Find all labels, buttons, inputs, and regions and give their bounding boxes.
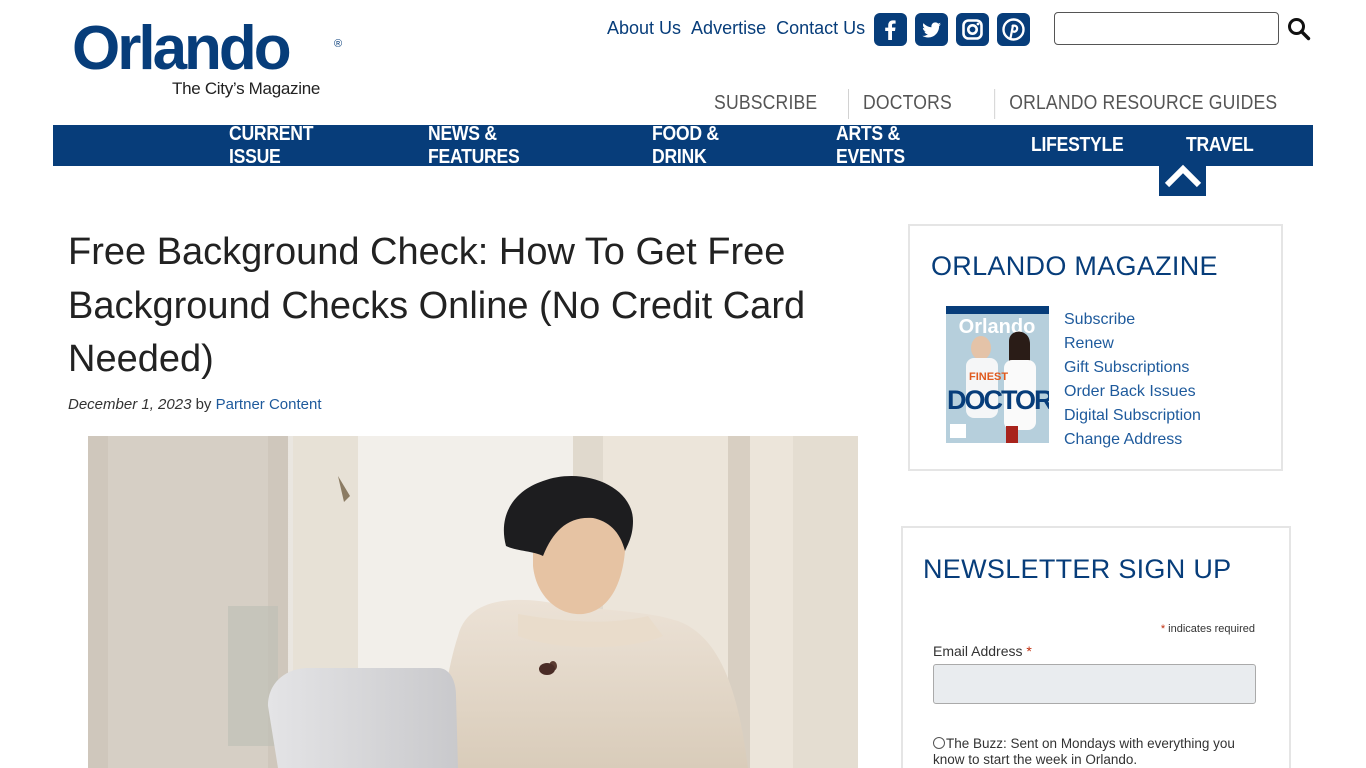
nav-item-current-issue[interactable]: CURRENT ISSUE: [229, 123, 360, 169]
instagram-icon[interactable]: [956, 13, 989, 46]
email-label: Email Address *: [933, 643, 1032, 659]
about-us-link[interactable]: About Us: [607, 18, 681, 39]
buzz-label: The Buzz: Sent on Mondays with everythin…: [933, 736, 1235, 767]
secondary-links: SUBSCRIBE DOCTORS ORLANDO RESOURCE GUIDE…: [691, 89, 1312, 119]
chevron-up-icon: [1164, 164, 1201, 187]
magazine-link-renew[interactable]: Renew: [1064, 332, 1201, 356]
advertise-link[interactable]: Advertise: [691, 18, 766, 39]
newsletter-widget: NEWSLETTER SIGN UP * indicates required …: [901, 526, 1291, 768]
cover-headline-1: FINEST: [969, 371, 1008, 383]
doctors-link[interactable]: DOCTORS: [848, 89, 966, 119]
logo-registered-mark: ®: [334, 38, 343, 50]
nav-item-travel[interactable]: TRAVEL: [1186, 134, 1254, 157]
scroll-to-top-button[interactable]: [1159, 155, 1206, 196]
resource-guides-link[interactable]: ORLANDO RESOURCE GUIDES: [994, 89, 1292, 119]
magazine-cover-image[interactable]: Orlando FINEST DOCTORS: [946, 306, 1071, 443]
nav-item-food-drink[interactable]: FOOD & DRINK: [652, 123, 769, 169]
surprised-man-laptop-photo: [88, 436, 858, 768]
byline-by: by: [195, 396, 212, 413]
magazine-link-back-issues[interactable]: Order Back Issues: [1064, 380, 1201, 404]
main-nav: CURRENT ISSUE NEWS & FEATURES FOOD & DRI…: [53, 123, 1313, 169]
twitter-icon[interactable]: [915, 13, 948, 46]
email-field[interactable]: [933, 664, 1256, 704]
article-hero-image: [88, 436, 858, 768]
magazine-link-gift[interactable]: Gift Subscriptions: [1064, 356, 1201, 380]
email-label-text: Email Address: [933, 643, 1023, 659]
magazine-widget: ORLANDO MAGAZINE Orlando FINEST DOCTOR S …: [908, 224, 1283, 471]
article-date: December 1, 2023: [68, 396, 192, 413]
logo-tagline: The City’s Magazine: [172, 79, 320, 98]
magazine-link-subscribe[interactable]: Subscribe: [1064, 308, 1201, 332]
contact-us-link[interactable]: Contact Us: [776, 18, 865, 39]
required-note-text: indicates required: [1168, 623, 1255, 635]
required-star: *: [1160, 623, 1166, 635]
magazine-link-digital[interactable]: Digital Subscription: [1064, 404, 1201, 428]
top-utility-links: About Us Advertise Contact Us: [607, 18, 875, 39]
buzz-option[interactable]: The Buzz: Sent on Mondays with everythin…: [933, 736, 1253, 768]
author-link[interactable]: Partner Content: [216, 396, 322, 413]
nav-item-lifestyle[interactable]: LIFESTYLE: [1031, 134, 1124, 157]
pinterest-icon[interactable]: [997, 13, 1030, 46]
search-input[interactable]: [1054, 12, 1279, 45]
nav-item-news-features[interactable]: NEWS & FEATURES: [428, 123, 582, 169]
magazine-link-change-address[interactable]: Change Address: [1064, 428, 1201, 452]
cover-headline-2: DOCTORS: [947, 385, 1049, 415]
email-required-star: *: [1026, 643, 1032, 659]
article-title: Free Background Check: How To Get Free B…: [68, 231, 806, 380]
required-note: * indicates required: [1161, 623, 1255, 635]
search-icon[interactable]: [1286, 16, 1312, 42]
article-meta: December 1, 2023 by Partner Content: [68, 396, 322, 413]
subscribe-link[interactable]: SUBSCRIBE: [700, 89, 831, 119]
social-links: [874, 13, 1030, 46]
facebook-icon[interactable]: [874, 13, 907, 46]
buzz-radio[interactable]: [933, 737, 945, 749]
nav-item-arts-events[interactable]: ARTS & EVENTS: [836, 123, 964, 169]
newsletter-widget-title: NEWSLETTER SIGN UP: [923, 554, 1232, 584]
magazine-widget-title: ORLANDO MAGAZINE: [931, 251, 1218, 281]
magazine-links: Subscribe Renew Gift Subscriptions Order…: [1064, 308, 1201, 452]
site-logo[interactable]: Orlando ® The City’s Magazine: [72, 18, 343, 102]
logo-wordmark: Orlando: [72, 14, 292, 83]
